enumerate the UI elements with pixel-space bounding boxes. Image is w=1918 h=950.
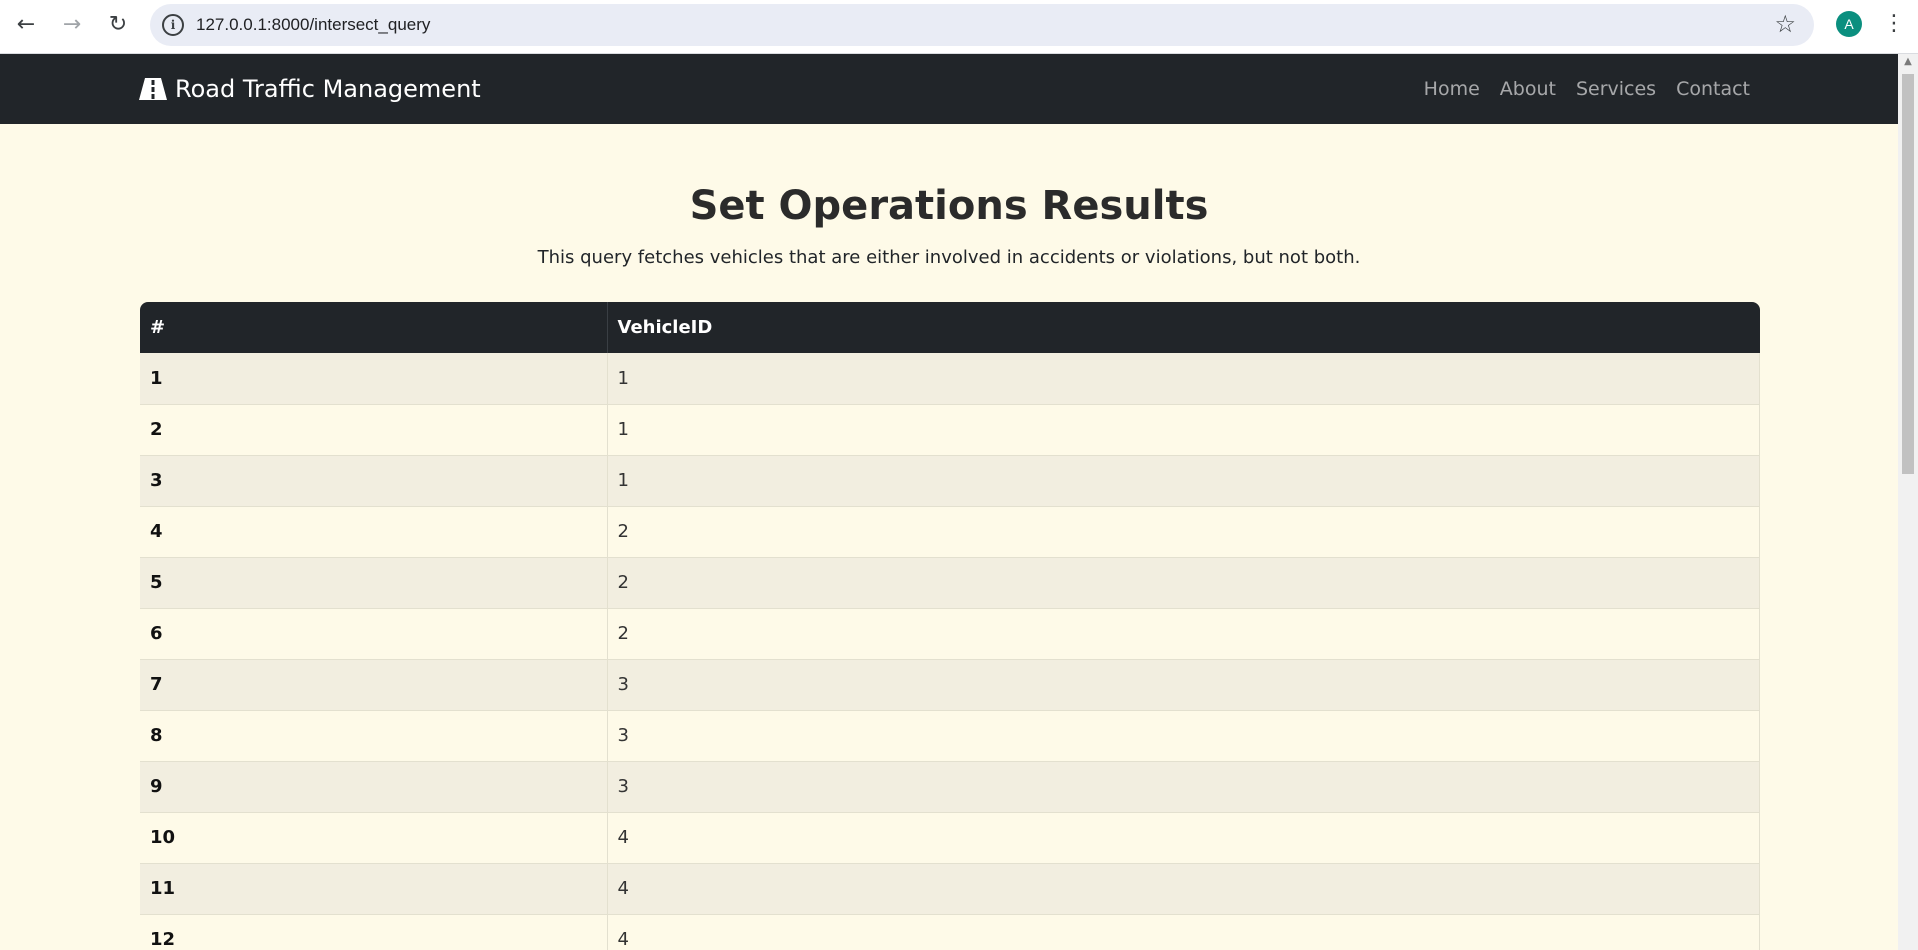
results-table: # VehicleID 1 1 2 1 3 1 4 2 5 2 6 2 7 3 … bbox=[140, 302, 1760, 950]
table-row: 5 2 bbox=[140, 557, 1760, 609]
table-row: 2 1 bbox=[140, 404, 1760, 456]
profile-avatar[interactable]: A bbox=[1836, 11, 1862, 37]
road-icon bbox=[139, 78, 167, 100]
nav-links: Home About Services Contact bbox=[1404, 78, 1750, 100]
row-vehicleid: 4 bbox=[607, 863, 1760, 915]
row-vehicleid: 2 bbox=[607, 557, 1760, 609]
site-navbar: Road Traffic Management Home About Servi… bbox=[0, 54, 1898, 124]
star-icon[interactable]: ☆ bbox=[1774, 10, 1796, 38]
row-vehicleid: 2 bbox=[607, 608, 1760, 660]
url-text[interactable]: 127.0.0.1:8000/intersect_query bbox=[196, 15, 430, 35]
forward-button[interactable]: → bbox=[54, 8, 90, 40]
table-row: 9 3 bbox=[140, 761, 1760, 813]
row-vehicleid: 1 bbox=[607, 404, 1760, 456]
row-vehicleid: 2 bbox=[607, 506, 1760, 558]
table-header-row: # VehicleID bbox=[140, 302, 1760, 353]
table-row: 12 4 bbox=[140, 914, 1760, 950]
row-vehicleid: 4 bbox=[607, 812, 1760, 864]
row-index: 7 bbox=[140, 659, 608, 711]
reload-button[interactable]: ↻ bbox=[100, 8, 136, 40]
table-row: 4 2 bbox=[140, 506, 1760, 558]
reload-icon: ↻ bbox=[108, 11, 128, 37]
scrollbar-thumb[interactable] bbox=[1902, 74, 1914, 474]
row-index: 4 bbox=[140, 506, 608, 558]
row-index: 8 bbox=[140, 710, 608, 762]
table-row: 3 1 bbox=[140, 455, 1760, 507]
table-row: 10 4 bbox=[140, 812, 1760, 864]
site-info-icon[interactable]: i bbox=[162, 14, 184, 36]
table-row: 11 4 bbox=[140, 863, 1760, 915]
nav-link-contact[interactable]: Contact bbox=[1676, 78, 1750, 100]
row-index: 12 bbox=[140, 914, 608, 950]
row-index: 2 bbox=[140, 404, 608, 456]
back-button[interactable]: ← bbox=[8, 8, 44, 40]
nav-link-services[interactable]: Services bbox=[1576, 78, 1656, 100]
row-index: 1 bbox=[140, 353, 608, 405]
table-row: 1 1 bbox=[140, 353, 1760, 405]
arrow-right-icon: → bbox=[62, 11, 82, 37]
table-row: 7 3 bbox=[140, 659, 1760, 711]
page-description: This query fetches vehicles that are eit… bbox=[537, 247, 1361, 268]
page-content: Road Traffic Management Home About Servi… bbox=[0, 54, 1898, 950]
row-index: 11 bbox=[140, 863, 608, 915]
row-index: 6 bbox=[140, 608, 608, 660]
browser-toolbar: ← → ↻ i 127.0.0.1:8000/intersect_query ☆… bbox=[0, 0, 1918, 54]
address-bar[interactable]: i 127.0.0.1:8000/intersect_query ☆ bbox=[150, 4, 1814, 46]
column-header-vehicleid: VehicleID bbox=[607, 302, 1760, 353]
row-vehicleid: 1 bbox=[607, 353, 1760, 405]
row-index: 5 bbox=[140, 557, 608, 609]
results-table-container: # VehicleID 1 1 2 1 3 1 4 2 5 2 6 2 7 3 … bbox=[140, 302, 1760, 950]
nav-link-about[interactable]: About bbox=[1500, 78, 1556, 100]
more-options-icon[interactable]: ⋮ bbox=[1880, 8, 1908, 40]
table-row: 6 2 bbox=[140, 608, 1760, 660]
row-vehicleid: 3 bbox=[607, 710, 1760, 762]
column-header-index: # bbox=[140, 302, 608, 353]
row-vehicleid: 3 bbox=[607, 761, 1760, 813]
row-vehicleid: 4 bbox=[607, 914, 1760, 950]
row-vehicleid: 1 bbox=[607, 455, 1760, 507]
arrow-left-icon: ← bbox=[16, 11, 36, 37]
table-row: 8 3 bbox=[140, 710, 1760, 762]
row-index: 3 bbox=[140, 455, 608, 507]
scroll-up-icon[interactable]: ▲ bbox=[1898, 56, 1918, 67]
row-index: 10 bbox=[140, 812, 608, 864]
row-index: 9 bbox=[140, 761, 608, 813]
nav-link-home[interactable]: Home bbox=[1424, 78, 1480, 100]
row-vehicleid: 3 bbox=[607, 659, 1760, 711]
page-title: Set Operations Results bbox=[689, 183, 1209, 229]
page-scrollbar[interactable]: ▲ bbox=[1898, 54, 1918, 950]
navbar-brand[interactable]: Road Traffic Management bbox=[139, 75, 481, 103]
brand-label: Road Traffic Management bbox=[175, 75, 481, 103]
